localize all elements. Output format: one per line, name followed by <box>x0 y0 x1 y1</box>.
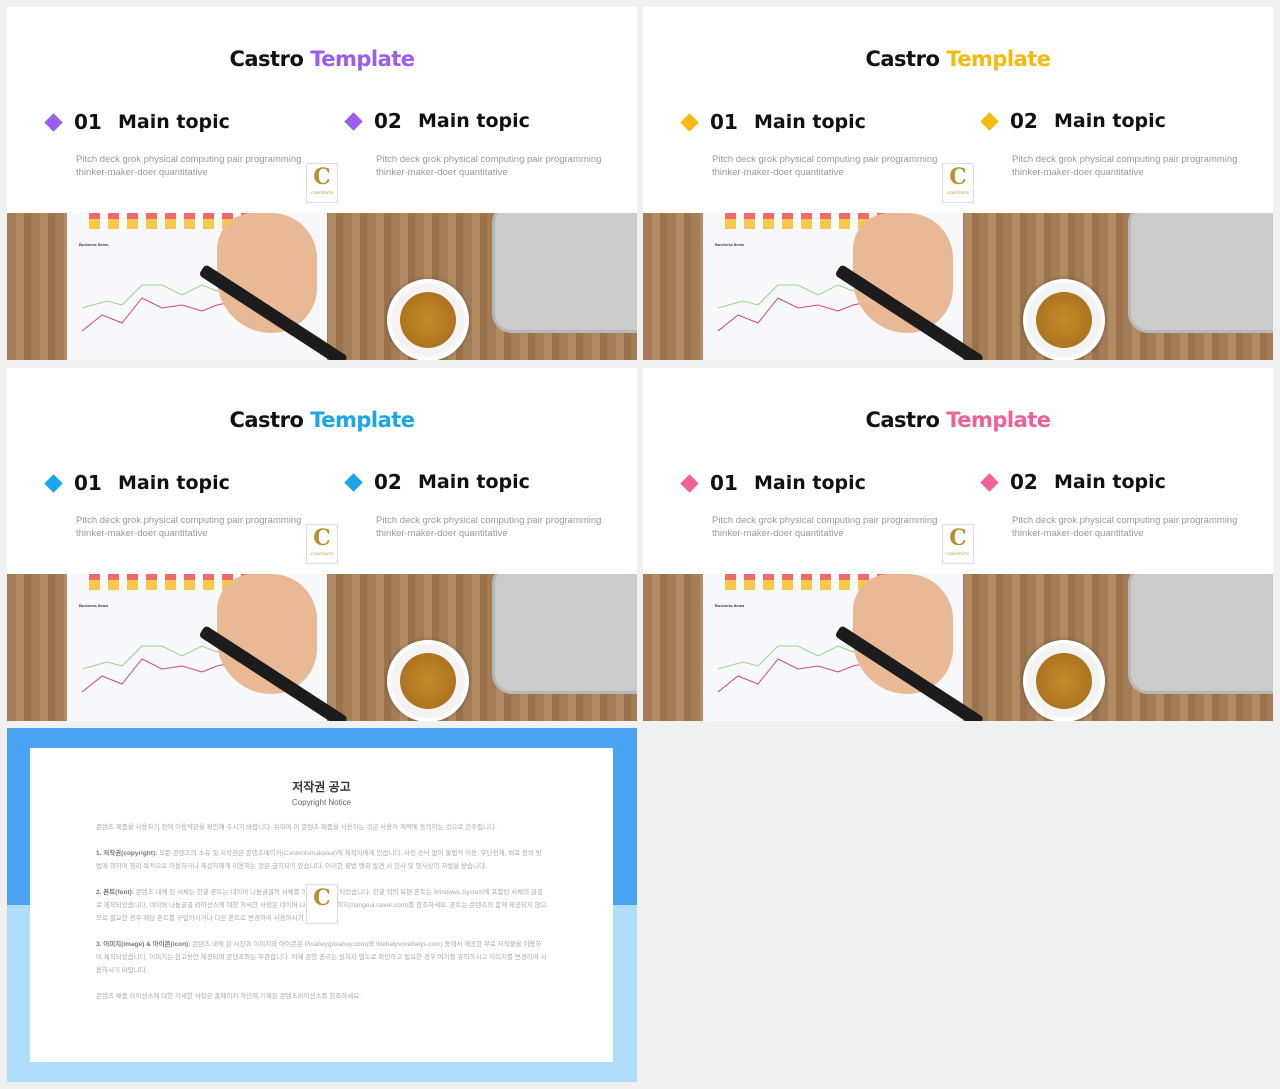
diamond-icon <box>680 473 699 493</box>
contents-logo: C <box>306 884 338 924</box>
topic-label: Main topic <box>1054 471 1166 493</box>
topic-number: 02 <box>1010 470 1038 494</box>
copyright-subtitle: Copyright Notice <box>291 798 352 807</box>
copyright-footer: 콘텐츠 제품 라이선스에 대한 자세한 사항은 홈페이지 하단에 기재된 콘텐츠… <box>96 993 362 1000</box>
topic-label: Main topic <box>118 111 230 133</box>
topic-description: Pitch deck grok physical computing pair … <box>76 154 302 178</box>
topic-number: 01 <box>74 110 102 134</box>
slide-title: Castro Template <box>229 408 415 432</box>
topic-label: Main topic <box>418 471 530 493</box>
topic-number: 02 <box>374 109 402 133</box>
copyright-section: 1. 저작권(copyright): 모든 콘텐츠의 소유 및 저작권은 콘텐츠… <box>96 850 542 870</box>
copyright-intro: 콘텐츠 제품을 사용하기 전에 이용약관을 확인해 주시기 바랍니다. 위하여 … <box>96 824 497 831</box>
contents-logo: C CONTENTS <box>306 524 338 564</box>
slide-copyright[interactable]: 저작권 공고 Copyright Notice 콘텐츠 제품을 사용하기 전에 … <box>7 728 637 1082</box>
topic-heading: 02 Main topic <box>344 109 530 133</box>
topic-number: 02 <box>1010 109 1038 133</box>
topic-heading: 01 Main topic <box>44 110 230 134</box>
slide-title: Castro Template <box>229 47 415 71</box>
diamond-icon <box>344 111 363 131</box>
hero-photo: Business Items <box>643 213 1273 360</box>
topic-description: Pitch deck grok physical computing pair … <box>712 154 938 178</box>
slide-thumbnail[interactable]: Castro Template 01 Main topic Pitch deck… <box>643 7 1273 360</box>
title-accent: Template <box>946 47 1051 71</box>
topic-heading: 01 Main topic <box>44 471 230 495</box>
diamond-icon <box>344 472 363 492</box>
laptop <box>492 574 637 694</box>
coffee-cup <box>1023 640 1105 721</box>
contents-logo: C CONTENTS <box>942 524 974 564</box>
topic-label: Main topic <box>418 110 530 132</box>
topic-description: Pitch deck grok physical computing pair … <box>712 515 938 539</box>
title-accent: Template <box>310 47 415 71</box>
diamond-icon <box>44 112 63 132</box>
coffee-cup <box>1023 279 1105 360</box>
topic-description: Pitch deck grok physical computing pair … <box>376 515 602 539</box>
copyright-card: 저작권 공고 Copyright Notice 콘텐츠 제품을 사용하기 전에 … <box>30 748 613 1062</box>
coffee-cup <box>387 279 469 360</box>
diamond-icon <box>680 112 699 132</box>
slide-thumbnail[interactable]: Castro Template 01 Main topic Pitch deck… <box>643 368 1273 721</box>
slide-thumbnail[interactable]: Castro Template 01 Main topic Pitch deck… <box>7 7 637 360</box>
topic-heading: 02 Main topic <box>980 109 1166 133</box>
topic-heading: 01 Main topic <box>680 110 866 134</box>
contents-logo: C CONTENTS <box>306 163 338 203</box>
topic-label: Main topic <box>754 472 866 494</box>
coffee-cup <box>387 640 469 721</box>
slide-thumbnail[interactable]: Castro Template 01 Main topic Pitch deck… <box>7 368 637 721</box>
laptop <box>1128 213 1273 333</box>
topic-heading: 01 Main topic <box>680 471 866 495</box>
topic-label: Main topic <box>118 472 230 494</box>
topic-number: 01 <box>710 471 738 495</box>
laptop <box>1128 574 1273 694</box>
slide-title: Castro Template <box>865 408 1051 432</box>
diamond-icon <box>980 111 999 131</box>
topic-label: Main topic <box>754 111 866 133</box>
topic-number: 02 <box>374 470 402 494</box>
copyright-section: 3. 이미지(image) & 아이콘(icon): 콘텐츠 내에 된 사진과 … <box>96 941 547 974</box>
topic-description: Pitch deck grok physical computing pair … <box>76 515 302 539</box>
slide-title: Castro Template <box>865 47 1051 71</box>
topic-number: 01 <box>710 110 738 134</box>
diamond-icon <box>980 472 999 492</box>
laptop <box>492 213 637 333</box>
hero-photo: Business Items <box>7 213 637 360</box>
contents-logo: C CONTENTS <box>942 163 974 203</box>
topic-description: Pitch deck grok physical computing pair … <box>1012 154 1238 178</box>
title-accent: Template <box>310 408 415 432</box>
topic-label: Main topic <box>1054 110 1166 132</box>
copyright-title: 저작권 공고 <box>292 780 351 794</box>
topic-heading: 02 Main topic <box>344 470 530 494</box>
hero-photo: Business Items <box>643 574 1273 721</box>
topic-description: Pitch deck grok physical computing pair … <box>376 154 602 178</box>
title-accent: Template <box>946 408 1051 432</box>
topic-heading: 02 Main topic <box>980 470 1166 494</box>
topic-description: Pitch deck grok physical computing pair … <box>1012 515 1238 539</box>
diamond-icon <box>44 473 63 493</box>
topic-number: 01 <box>74 471 102 495</box>
hero-photo: Business Items <box>7 574 637 721</box>
